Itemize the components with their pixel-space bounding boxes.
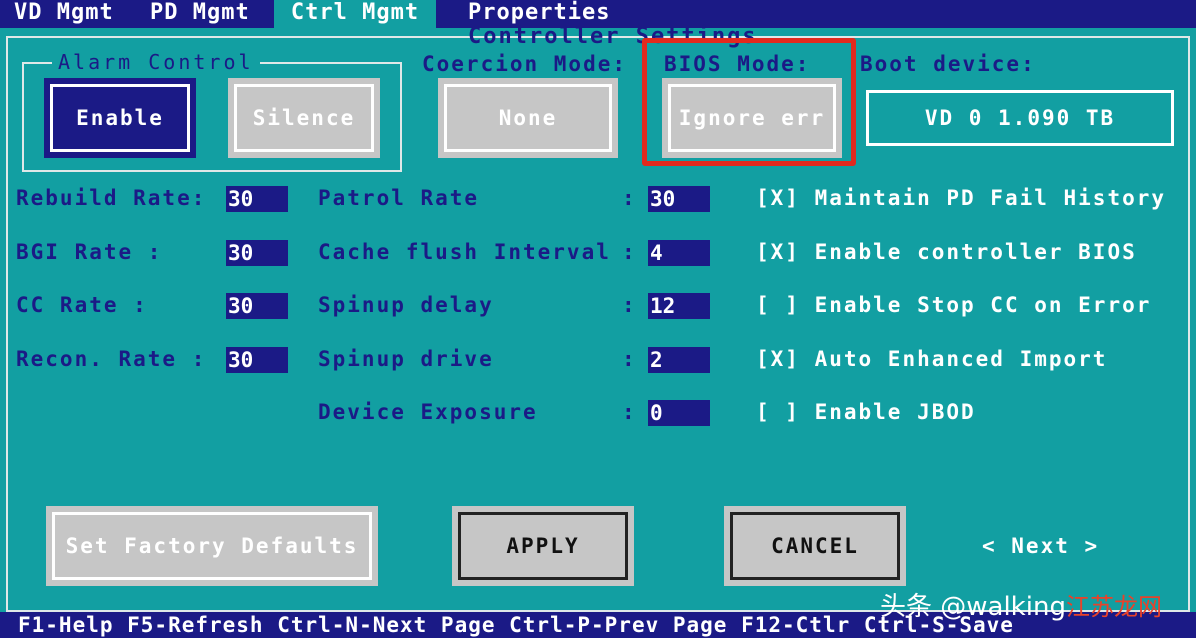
checkbox-label: Enable JBOD [814,400,976,424]
rebuild-rate-label: Rebuild Rate: [16,186,207,210]
enable-jbod-checkbox[interactable]: [ ] Enable JBOD [756,400,976,424]
spinup-drive-colon: : [622,347,637,371]
boot-device-label: Boot device: [860,52,1036,76]
set-factory-defaults-label: Set Factory Defaults [52,512,372,580]
apply-button[interactable]: APPLY [452,506,634,586]
device-exposure-colon: : [622,400,637,424]
cc-rate-label: CC Rate : [16,293,148,317]
recon-rate-label: Recon. Rate : [16,347,207,371]
auto-enhanced-import-checkbox[interactable]: [X] Auto Enhanced Import [756,347,1107,371]
checkbox-label: Auto Enhanced Import [814,347,1108,371]
set-factory-defaults-button[interactable]: Set Factory Defaults [46,506,378,586]
bgi-rate-input[interactable]: 30 [226,240,288,266]
patrol-rate-colon: : [622,186,637,210]
next-page-button[interactable]: < Next > [982,534,1099,558]
watermark-suffix: 江苏龙网 [1065,593,1162,621]
alarm-control-legend: Alarm Control [52,50,260,74]
cc-rate-input[interactable]: 30 [226,293,288,319]
spinup-delay-label: Spinup delay [318,293,494,317]
checkbox-label: Enable controller BIOS [814,240,1137,264]
alarm-silence-label: Silence [234,84,374,152]
checkbox-mark: [X] [756,240,800,264]
alarm-enable-button[interactable]: Enable [44,78,196,158]
watermark-prefix: 头条 @walking [880,592,1066,622]
tab-vd-mgmt[interactable]: VD Mgmt [14,0,114,28]
tab-pd-mgmt[interactable]: PD Mgmt [150,0,250,28]
coercion-mode-label: Coercion Mode: [422,52,628,76]
bgi-rate-label: BGI Rate : [16,240,163,264]
coercion-mode-value: None [444,84,612,152]
checkbox-label: Enable Stop CC on Error [814,293,1152,317]
recon-rate-input[interactable]: 30 [226,347,288,373]
boot-device-button[interactable]: VD 0 1.090 TB [866,90,1174,146]
enable-controller-bios-checkbox[interactable]: [X] Enable controller BIOS [756,240,1137,264]
cancel-button[interactable]: CANCEL [724,506,906,586]
alarm-silence-button[interactable]: Silence [228,78,380,158]
cancel-label: CANCEL [730,512,900,580]
cache-flush-colon: : [622,240,637,264]
device-exposure-label: Device Exposure [318,400,538,424]
cache-flush-input[interactable]: 4 [648,240,710,266]
patrol-rate-input[interactable]: 30 [648,186,710,212]
patrol-rate-label: Patrol Rate [318,186,480,210]
apply-label: APPLY [458,512,628,580]
coercion-mode-button[interactable]: None [438,78,618,158]
checkbox-label: Maintain PD Fail History [814,186,1167,210]
spinup-drive-label: Spinup drive [318,347,494,371]
checkbox-mark: [ ] [756,293,800,317]
device-exposure-input[interactable]: 0 [648,400,710,426]
highlight-annotation [642,38,856,166]
checkbox-mark: [X] [756,186,800,210]
cache-flush-label: Cache flush Interval [318,240,611,264]
spinup-delay-input[interactable]: 12 [648,293,710,319]
alarm-enable-label: Enable [50,84,190,152]
rebuild-rate-input[interactable]: 30 [226,186,288,212]
tab-ctrl-mgmt[interactable]: Ctrl Mgmt [274,0,436,28]
watermark: 头条 @walking江苏龙网 [880,586,1162,623]
spinup-delay-colon: : [622,293,637,317]
checkbox-mark: [X] [756,347,800,371]
spinup-drive-input[interactable]: 2 [648,347,710,373]
enable-stop-cc-on-error-checkbox[interactable]: [ ] Enable Stop CC on Error [756,293,1151,317]
checkbox-mark: [ ] [756,400,800,424]
maintain-pd-fail-history-checkbox[interactable]: [X] Maintain PD Fail History [756,186,1166,210]
